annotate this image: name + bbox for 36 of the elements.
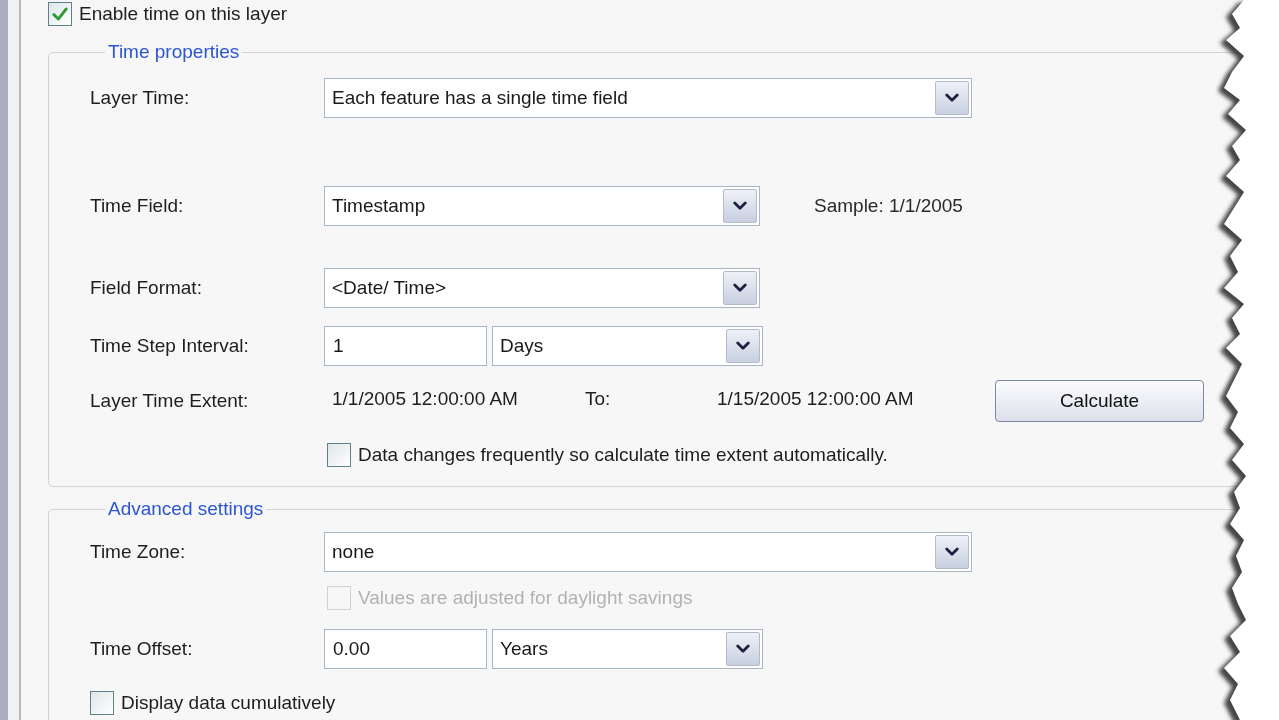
checkbox[interactable] [327,443,351,467]
extent-start-text: 1/1/2005 12:00:00 AM [332,388,519,410]
field-label: Time Field: [90,195,185,217]
text-field[interactable]: 0.00 [324,629,487,669]
sample-text: Sample: 1/1/2005 [814,195,963,217]
dropdown[interactable]: none [324,532,972,572]
dropdown[interactable]: Years [492,629,763,669]
checkmark-icon [51,5,69,23]
checkbox[interactable] [48,2,72,26]
calculate-button[interactable]: Calculate [995,380,1204,422]
dropdown[interactable]: Days [492,326,763,366]
checkbox-label: Data changes frequently so calculate time extent automatically. [358,444,888,466]
field-label: Field Format: [90,277,203,299]
chevron-down-icon [723,189,757,223]
field-label: Time Zone: [90,541,187,563]
checkbox-label: Enable time on this layer [79,3,288,25]
chevron-down-icon [726,632,760,666]
group-title: Time properties [107,41,241,63]
checkbox-label: Display data cumulatively [121,692,336,714]
extent-end-text: 1/15/2005 12:00:00 AM [717,388,915,410]
chevron-down-icon [723,271,757,305]
checkbox-label: Values are adjusted for daylight savings [358,587,693,609]
checkbox[interactable] [90,691,114,715]
chevron-down-icon [726,329,760,363]
chevron-down-icon [935,535,969,569]
dropdown[interactable]: Timestamp [324,186,760,226]
to-label: To: [585,388,612,410]
dropdown[interactable]: <Date/ Time> [324,268,760,308]
field-label: Time Offset: [90,638,194,660]
chevron-down-icon [935,81,969,115]
field-label: Layer Time: [90,87,191,109]
field-label: Time Step Interval: [90,335,250,357]
group-title: Advanced settings [107,498,265,520]
text-field[interactable]: 1 [324,326,487,366]
field-label: Layer Time Extent: [90,390,250,412]
dropdown[interactable]: Each feature has a single time field [324,78,972,118]
